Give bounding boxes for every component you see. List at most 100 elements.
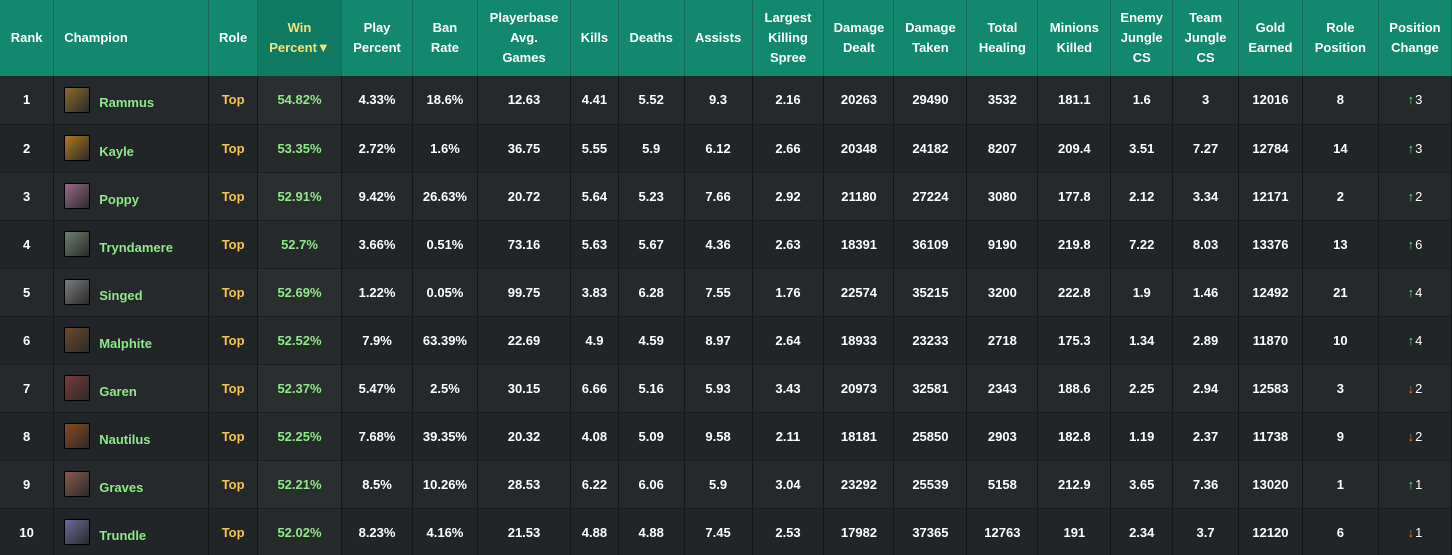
- col-header-deaths[interactable]: Deaths: [618, 0, 685, 76]
- col-header-ban-rate[interactable]: Ban Rate: [412, 0, 478, 76]
- assists-value: 7.45: [705, 524, 731, 540]
- table-row[interactable]: 5 Singed Top 52.69% 1.22% 0.05% 99.75 3.83 6.28 7…: [0, 268, 1452, 317]
- col-header-play-percent[interactable]: Play Percent: [341, 0, 414, 76]
- champion-portrait-icon[interactable]: [64, 279, 91, 305]
- damage-dealt-value: 21180: [841, 188, 877, 204]
- champion-cell[interactable]: Nautilus: [53, 412, 210, 461]
- champion-cell[interactable]: Trundle: [53, 508, 210, 555]
- play-percent-cell: 1.22%: [341, 268, 414, 317]
- playerbase-avg-games-cell: 99.75: [477, 268, 572, 317]
- arrow-up-icon: ↑: [1407, 236, 1415, 252]
- table-row[interactable]: 9 Graves Top 52.21% 8.5% 10.26% 28.53 6.22 6.06 5…: [0, 460, 1452, 509]
- table-row[interactable]: 10 Trundle Top 52.02% 8.23% 4.16% 21.53 4.88 4.8…: [0, 508, 1452, 555]
- col-header-damage-dealt[interactable]: Damage Dealt: [823, 0, 895, 76]
- play-percent-value: 8.5%: [362, 476, 392, 492]
- ban-rate-value: 0.05%: [426, 284, 464, 300]
- table-row[interactable]: 2 Kayle Top 53.35% 2.72% 1.6% 36.75 5.55 5.9 6.12…: [0, 124, 1452, 173]
- table-row[interactable]: 4 Tryndamere Top 52.7% 3.66% 0.51% 73.16 5.63 5.…: [0, 220, 1452, 269]
- col-header-total-healing[interactable]: Total Healing: [966, 0, 1039, 76]
- champion-name-link[interactable]: Kayle: [99, 144, 134, 159]
- col-header-team-jungle-cs[interactable]: Team Jungle CS: [1172, 0, 1240, 76]
- champion-portrait-icon[interactable]: [64, 231, 91, 257]
- arrow-up-icon: ↑: [1407, 332, 1415, 348]
- damage-dealt-cell: 18181: [823, 412, 895, 461]
- champion-cell[interactable]: Garen: [53, 364, 210, 413]
- champion-name-link[interactable]: Poppy: [99, 192, 139, 207]
- champion-name-link[interactable]: Trundle: [99, 528, 146, 543]
- champion-name-link[interactable]: Nautilus: [99, 432, 150, 447]
- col-header-label: Change: [1391, 40, 1439, 55]
- position-change-cell: ↓ 1: [1378, 508, 1452, 555]
- table-row[interactable]: 3 Poppy Top 52.91% 9.42% 26.63% 20.72 5.64 5.23 7…: [0, 172, 1452, 221]
- table-row[interactable]: 6 Malphite Top 52.52% 7.9% 63.39% 22.69 4.9 4.59…: [0, 316, 1452, 365]
- col-header-position-change[interactable]: Position Change: [1378, 0, 1452, 76]
- champion-cell[interactable]: Tryndamere: [53, 220, 210, 269]
- kills-cell: 3.83: [570, 268, 619, 317]
- champion-name-link[interactable]: Tryndamere: [99, 240, 173, 255]
- champion-name-link[interactable]: Malphite: [99, 336, 152, 351]
- table-row[interactable]: 1 Rammus Top 54.82% 4.33% 18.6% 12.63 4.41 5.52 9…: [0, 76, 1452, 125]
- champion-portrait-icon[interactable]: [64, 375, 91, 401]
- champion-portrait-icon[interactable]: [64, 86, 91, 113]
- col-header-label: Win: [287, 20, 312, 35]
- col-header-champion[interactable]: Champion: [53, 0, 210, 76]
- kills-value: 4.41: [581, 92, 608, 108]
- deaths-cell: 6.06: [618, 460, 685, 509]
- table-row[interactable]: 8 Nautilus Top 52.25% 7.68% 39.35% 20.32 4.08 5.…: [0, 412, 1452, 461]
- col-header-kills[interactable]: Kills: [570, 0, 619, 76]
- damage-dealt-cell: 18933: [823, 316, 895, 365]
- col-header-label: Killed: [1056, 40, 1093, 55]
- col-header-gold-earned[interactable]: Gold Earned: [1238, 0, 1303, 76]
- champion-name-link[interactable]: Rammus: [99, 95, 154, 110]
- col-header-role-position[interactable]: Role Position: [1302, 0, 1379, 76]
- col-header-minions-killed[interactable]: Minions Killed: [1037, 0, 1112, 76]
- col-header-role[interactable]: Role: [208, 0, 258, 76]
- col-header-rank[interactable]: Rank: [0, 0, 55, 76]
- champion-portrait-icon[interactable]: [64, 135, 91, 161]
- col-header-enemy-jungle-cs[interactable]: Enemy Jungle CS: [1110, 0, 1174, 76]
- champion-portrait-icon[interactable]: [64, 519, 91, 545]
- largest-killing-spree-cell: 2.16: [752, 76, 825, 125]
- deaths-value: 4.59: [638, 332, 664, 348]
- champion-name-link[interactable]: Singed: [99, 288, 142, 303]
- champion-cell[interactable]: Rammus: [53, 76, 210, 125]
- role-position-cell: 10: [1302, 316, 1379, 365]
- enemy-jungle-cs-value: 3.51: [1129, 140, 1155, 156]
- gold-earned-value: 12171: [1252, 188, 1289, 204]
- champion-name-link[interactable]: Graves: [99, 480, 143, 495]
- champion-portrait-icon[interactable]: [64, 423, 91, 449]
- damage-taken-cell: 25539: [893, 460, 968, 509]
- damage-taken-cell: 29490: [893, 76, 968, 125]
- gold-earned-value: 12492: [1252, 284, 1289, 300]
- champion-name-link[interactable]: Garen: [99, 384, 137, 399]
- champion-portrait-icon[interactable]: [64, 183, 91, 209]
- ban-rate-value: 0.51%: [426, 236, 464, 252]
- minions-killed-value: 181.1: [1058, 92, 1091, 108]
- role-position-value: 10: [1333, 332, 1348, 348]
- total-healing-value: 2903: [987, 428, 1017, 444]
- champion-portrait-icon[interactable]: [64, 471, 91, 497]
- col-header-assists[interactable]: Assists: [684, 0, 753, 76]
- champion-portrait-icon[interactable]: [64, 327, 91, 353]
- table-row[interactable]: 7 Garen Top 52.37% 5.47% 2.5% 30.15 6.66 5.16 5.9…: [0, 364, 1452, 413]
- champion-cell[interactable]: Malphite: [53, 316, 210, 365]
- champion-cell[interactable]: Singed: [53, 268, 210, 317]
- champion-cell[interactable]: Graves: [53, 460, 210, 509]
- col-header-largest-killing-spree[interactable]: Largest Killing Spree: [752, 0, 825, 76]
- enemy-jungle-cs-cell: 1.19: [1110, 412, 1174, 461]
- kills-cell: 5.63: [570, 220, 619, 269]
- col-header-damage-taken[interactable]: Damage Taken: [893, 0, 968, 76]
- role-cell: Top: [208, 268, 258, 317]
- ban-rate-value: 10.26%: [422, 476, 467, 492]
- col-header-win-percent[interactable]: Win Percent▼: [257, 0, 343, 76]
- champion-cell[interactable]: Poppy: [53, 172, 210, 221]
- enemy-jungle-cs-cell: 3.65: [1110, 460, 1174, 509]
- assists-cell: 8.97: [684, 316, 753, 365]
- kills-value: 3.83: [581, 284, 608, 300]
- col-header-playerbase-avg-games[interactable]: Playerbase Avg. Games: [477, 0, 572, 76]
- minions-killed-cell: 191: [1037, 508, 1112, 555]
- col-header-label: Largest: [764, 10, 812, 25]
- champion-cell[interactable]: Kayle: [53, 124, 210, 173]
- deaths-value: 5.67: [638, 236, 664, 252]
- minions-killed-value: 219.8: [1058, 236, 1091, 252]
